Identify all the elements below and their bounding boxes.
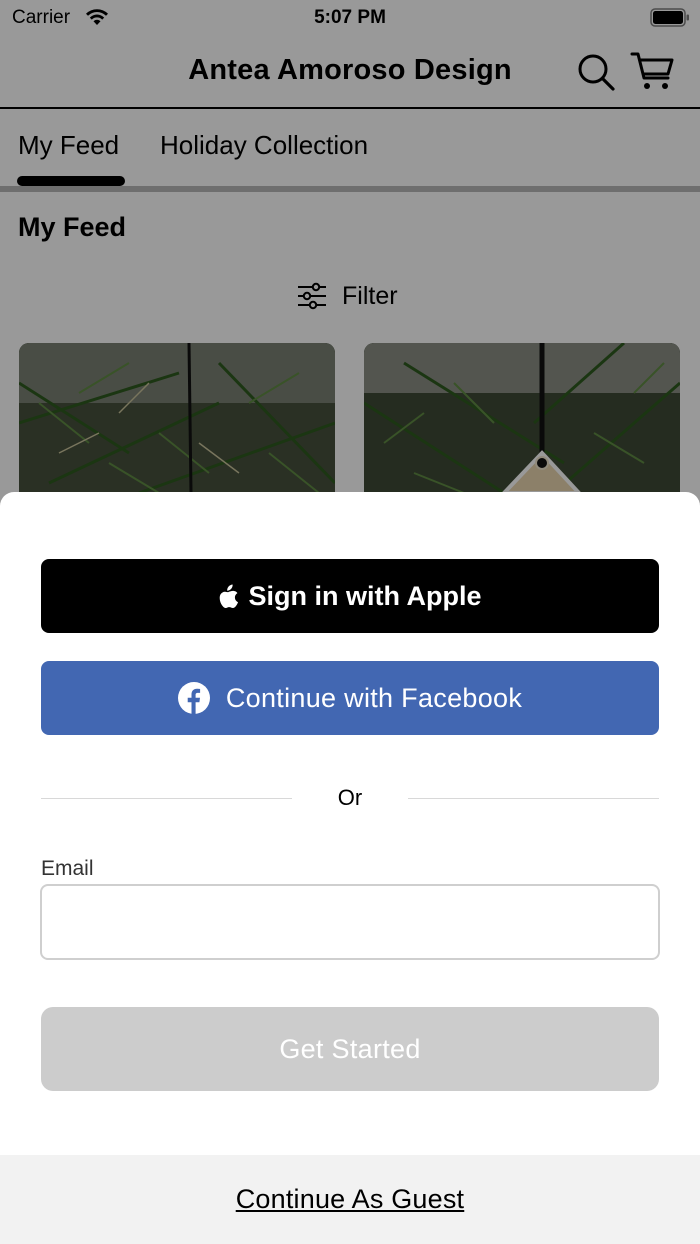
divider-line-right: [408, 798, 659, 799]
facebook-button-label: Continue with Facebook: [225, 682, 523, 713]
email-field[interactable]: [40, 884, 660, 960]
guest-bar: Continue As Guest: [0, 1155, 700, 1244]
get-started-button[interactable]: Get Started: [41, 1007, 659, 1091]
continue-as-guest-link[interactable]: Continue As Guest: [0, 1184, 700, 1215]
email-label: Email: [41, 857, 94, 880]
apple-button-label: Sign in with Apple: [248, 580, 482, 611]
continue-with-facebook-button[interactable]: Continue with Facebook: [41, 661, 659, 735]
login-sheet: Sign in with Apple Continue with Faceboo…: [0, 492, 700, 1244]
facebook-icon: [177, 682, 210, 714]
apple-icon: [219, 584, 238, 608]
sign-in-with-apple-button[interactable]: Sign in with Apple: [41, 559, 659, 633]
